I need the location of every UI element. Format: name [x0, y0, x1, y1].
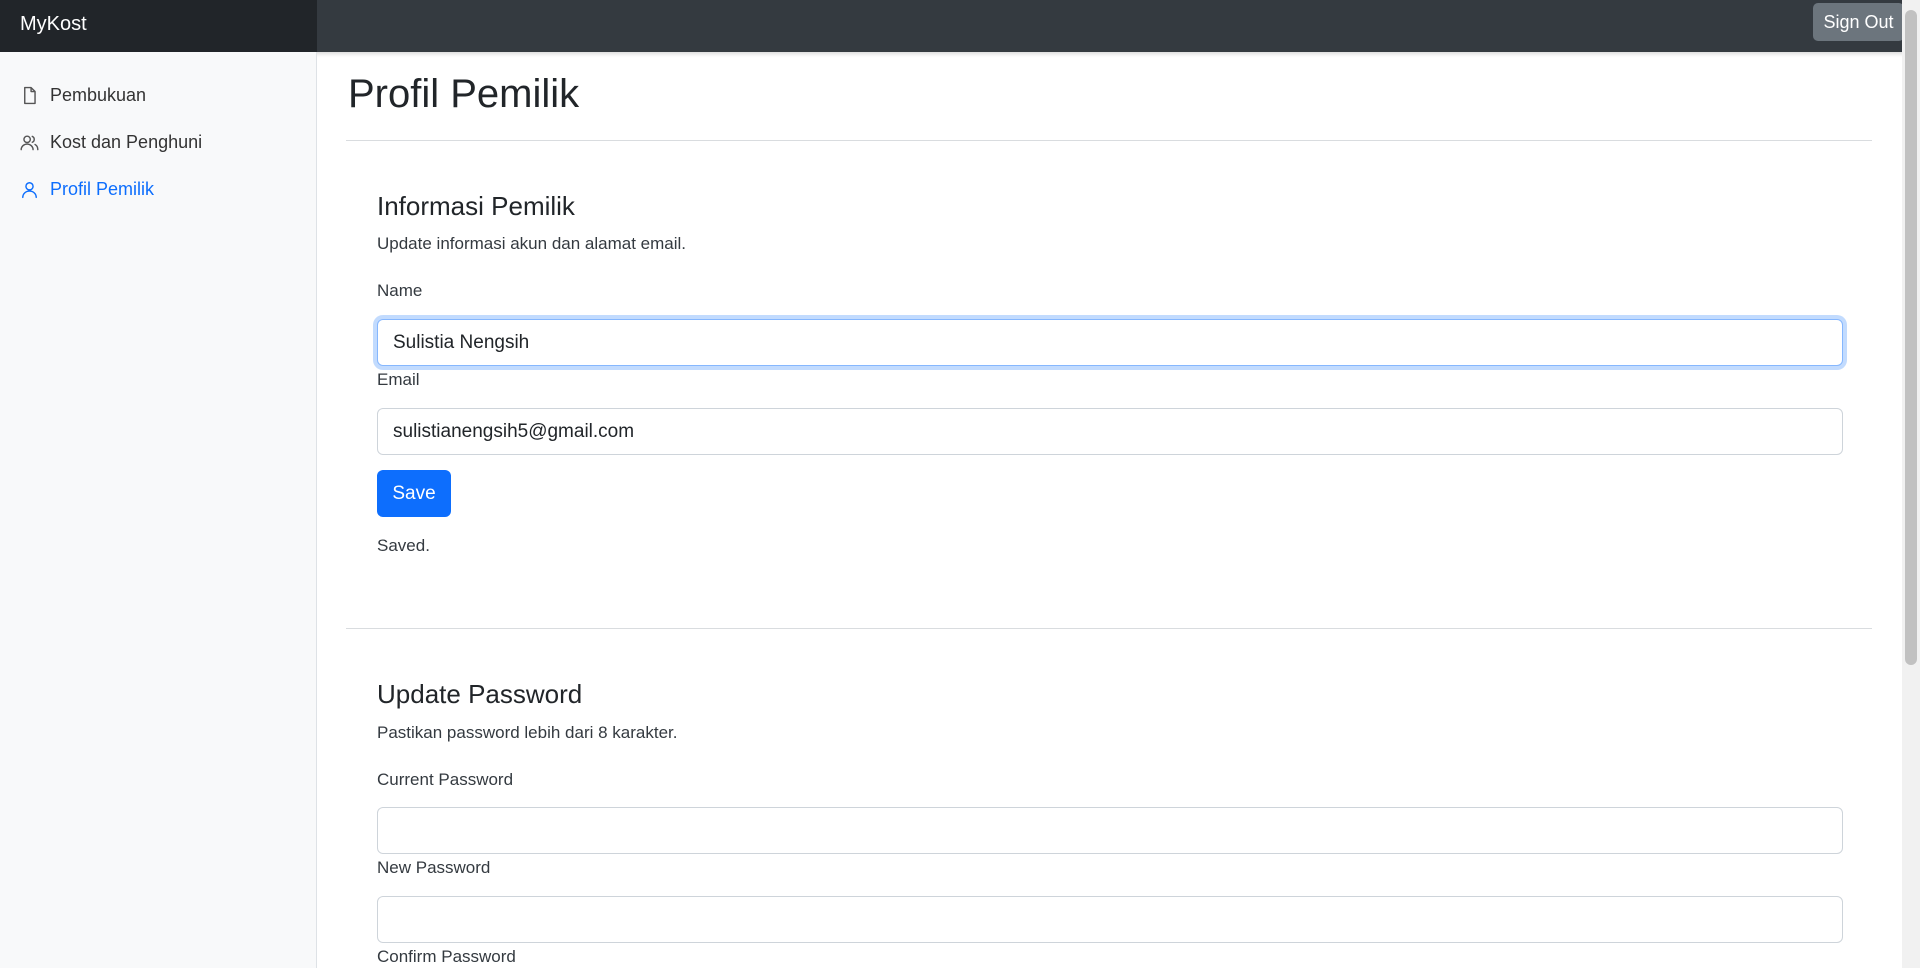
email-field[interactable]: [377, 408, 1843, 455]
scrollbar-thumb[interactable]: [1905, 10, 1917, 665]
sidebar-item-label: Kost dan Penghuni: [50, 131, 203, 152]
saved-status: Saved.: [377, 536, 430, 555]
email-label: Email: [377, 370, 420, 389]
divider: [346, 628, 1872, 629]
brand-area: MyKost: [0, 0, 317, 52]
section-description-informasi: Update informasi akun dan alamat email.: [377, 234, 686, 253]
sidebar-item-pembukuan[interactable]: Pembukuan: [20, 80, 146, 110]
file-icon: [24, 86, 36, 104]
sidebar-item-kost-dan-penghuni[interactable]: Kost dan Penghuni: [20, 127, 202, 157]
name-field[interactable]: [377, 319, 1843, 366]
section-description-password: Pastikan password lebih dari 8 karakter.: [377, 723, 678, 742]
save-button[interactable]: Save: [377, 470, 451, 517]
sign-out-button[interactable]: Sign Out: [1813, 3, 1904, 41]
confirm-password-label: Confirm Password: [377, 947, 516, 966]
current-password-field[interactable]: [377, 807, 1843, 854]
section-title-password: Update Password: [377, 679, 583, 709]
divider: [346, 140, 1872, 141]
name-label: Name: [377, 281, 423, 300]
user-icon: [22, 181, 37, 198]
current-password-label: Current Password: [377, 770, 514, 789]
top-navbar: MyKost Sign Out: [0, 0, 1920, 52]
section-title-informasi: Informasi Pemilik: [377, 191, 575, 221]
new-password-field[interactable]: [377, 896, 1843, 943]
new-password-label: New Password: [377, 858, 491, 877]
brand-logo[interactable]: MyKost: [20, 13, 87, 36]
sidebar-item-label: Pembukuan: [50, 84, 147, 105]
main-content: Profil Pemilik Informasi Pemilik Update …: [318, 52, 1902, 968]
sidebar-item-profil-pemilik[interactable]: Profil Pemilik: [20, 174, 154, 204]
sidebar: Pembukuan Kost dan Penghuni Profil Pemil…: [0, 52, 317, 968]
page-title: Profil Pemilik: [348, 72, 580, 116]
users-icon: [20, 134, 39, 150]
sidebar-item-label: Profil Pemilik: [50, 178, 155, 199]
